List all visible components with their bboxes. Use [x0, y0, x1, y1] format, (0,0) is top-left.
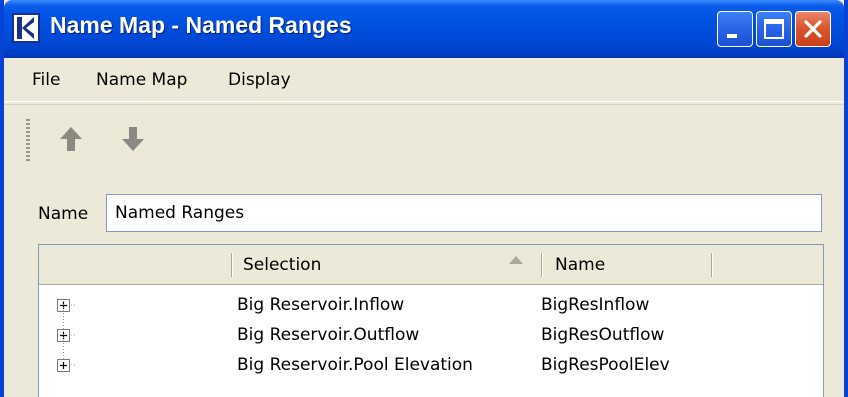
app-icon: [12, 13, 40, 43]
table-row[interactable]: Big Reservoir.Outflow BigResOutflow: [39, 321, 823, 351]
cell-name: BigResInflow: [541, 295, 650, 315]
name-input[interactable]: [106, 194, 822, 232]
tree-guide-lines: [63, 301, 77, 366]
title-bar[interactable]: Name Map - Named Ranges: [4, 0, 844, 58]
column-separator[interactable]: [711, 253, 713, 277]
table-row[interactable]: Big Reservoir.Pool Elevation BigResPoolE…: [39, 351, 823, 381]
name-map-window: Name Map - Named Ranges File Name Map Di…: [0, 0, 848, 397]
column-header-selection[interactable]: Selection: [243, 255, 321, 275]
column-header-name[interactable]: Name: [555, 255, 605, 275]
column-separator[interactable]: [541, 253, 543, 277]
toolbar-grip-handle[interactable]: [26, 119, 30, 163]
cell-name: BigResPoolElev: [541, 355, 670, 375]
menu-display[interactable]: Display: [228, 70, 291, 90]
cell-selection: Big Reservoir.Pool Elevation: [237, 355, 473, 375]
maximize-button[interactable]: [756, 11, 792, 47]
cell-selection: Big Reservoir.Outflow: [237, 325, 420, 345]
sort-ascending-icon: [509, 256, 523, 264]
table-header: Selection Name: [39, 245, 823, 285]
minimize-button[interactable]: [717, 11, 753, 47]
menu-name-map[interactable]: Name Map: [96, 70, 187, 90]
column-separator[interactable]: [231, 253, 233, 277]
window-title: Name Map - Named Ranges: [50, 12, 352, 38]
move-down-button[interactable]: [120, 125, 146, 153]
named-ranges-table: Selection Name Big Reservoir.Inflow BigR…: [38, 244, 824, 397]
cell-selection: Big Reservoir.Inflow: [237, 295, 405, 315]
table-row[interactable]: Big Reservoir.Inflow BigResInflow: [39, 291, 823, 321]
menu-file[interactable]: File: [32, 70, 60, 90]
arrow-down-icon: [122, 127, 144, 151]
close-button[interactable]: [795, 11, 831, 47]
name-label: Name: [38, 204, 89, 224]
menu-bar: File Name Map Display: [4, 58, 844, 102]
arrow-up-icon: [60, 127, 82, 151]
cell-name: BigResOutflow: [541, 325, 665, 345]
move-up-button[interactable]: [58, 125, 84, 153]
toolbar: [4, 104, 844, 166]
